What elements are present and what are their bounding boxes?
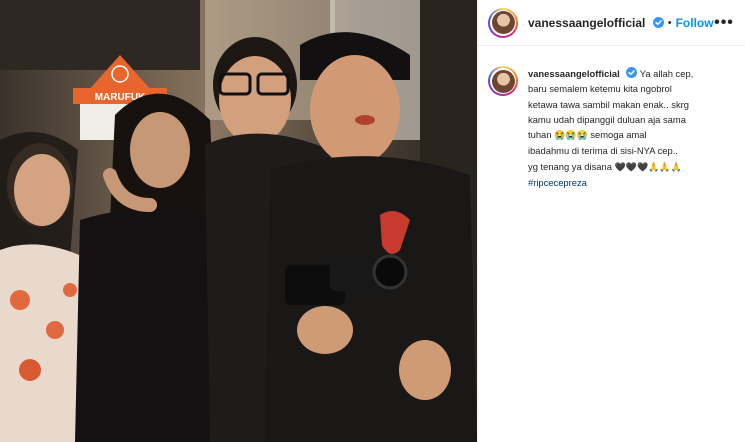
caption-line: semoga amal <box>590 129 647 141</box>
caption-line: ibadahmu di terima di sisi-NYA cep.. <box>528 145 678 157</box>
post-photo[interactable]: MARUFUK <box>0 0 477 442</box>
post-header: vanessaangelofficial • Follow ••• <box>478 0 745 46</box>
caption-avatar[interactable] <box>488 66 518 96</box>
caption-line: ketawa tawa sambil makan enak.. skrg <box>528 98 690 110</box>
heart-pray-emoji-icon: 🖤🖤🖤🙏🙏🙏 <box>614 161 682 172</box>
username-link[interactable]: vanessaangelofficial <box>528 16 664 30</box>
caption-line: tuhan <box>528 129 552 141</box>
crying-emoji-icon: 😭😭😭 <box>554 130 588 141</box>
verified-badge-icon <box>652 16 664 28</box>
caption-text: vanessaangelofficial Ya allah cep, baru … <box>528 66 733 190</box>
caption-line: kamu udah dipanggil duluan aja sama <box>528 113 686 125</box>
post-side-panel: vanessaangelofficial • Follow ••• vaness… <box>477 0 745 442</box>
caption-username[interactable]: vanessaangelofficial <box>528 68 620 79</box>
caption-line: yg tenang ya disana <box>528 160 612 172</box>
caption-row: vanessaangelofficial Ya allah cep, baru … <box>478 46 745 190</box>
header-separator: • <box>667 16 672 29</box>
hashtag-link[interactable]: #ripcecepreza <box>528 177 587 188</box>
follow-button[interactable]: Follow <box>676 16 714 30</box>
caption-line: baru semalem ketemu kita ngobrol <box>528 83 672 95</box>
caption-line: Ya allah cep, <box>639 68 694 79</box>
verified-badge-icon <box>626 67 638 78</box>
more-options-icon[interactable]: ••• <box>714 14 733 32</box>
username-text[interactable]: vanessaangelofficial <box>528 16 645 30</box>
avatar[interactable] <box>488 7 518 38</box>
